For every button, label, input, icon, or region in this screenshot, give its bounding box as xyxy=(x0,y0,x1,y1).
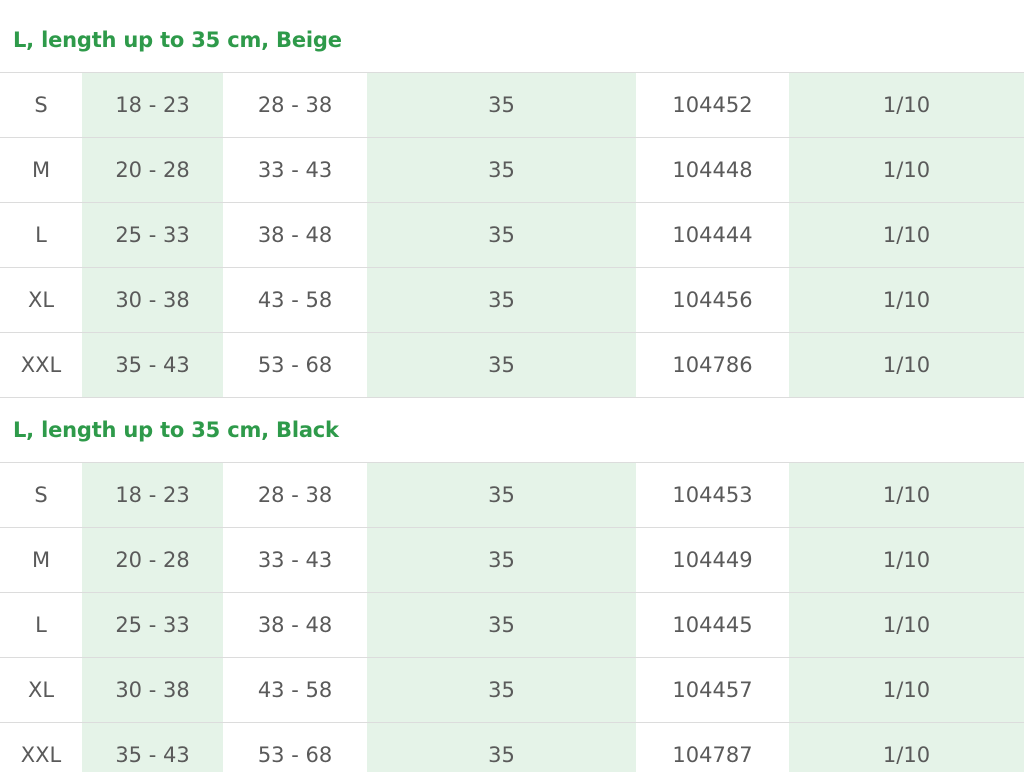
table-row: XL 30 - 38 43 - 58 35 104456 1/10 xyxy=(0,267,1024,333)
table-row: M 20 - 28 33 - 43 35 104449 1/10 xyxy=(0,527,1024,593)
size-chart-page: L, length up to 35 cm, Beige S 18 - 23 2… xyxy=(0,0,1024,772)
size-cell: XL xyxy=(0,267,82,333)
article-number-cell: 104444 xyxy=(636,202,789,268)
length-cell: 35 xyxy=(367,72,636,138)
length-cell: 35 xyxy=(367,137,636,203)
range-cell: 25 - 33 xyxy=(82,592,223,658)
pack-cell: 1/10 xyxy=(789,722,1024,772)
range-cell: 18 - 23 xyxy=(82,72,223,138)
table-row: L 25 - 33 38 - 48 35 104444 1/10 xyxy=(0,202,1024,268)
length-cell: 35 xyxy=(367,592,636,658)
article-number-cell: 104453 xyxy=(636,462,789,528)
pack-cell: 1/10 xyxy=(789,72,1024,138)
product-group-beige: L, length up to 35 cm, Beige S 18 - 23 2… xyxy=(0,0,1024,398)
group-title: L, length up to 35 cm, Black xyxy=(13,418,339,442)
length-cell: 35 xyxy=(367,462,636,528)
article-number-cell: 104787 xyxy=(636,722,789,772)
size-cell: M xyxy=(0,137,82,203)
pack-cell: 1/10 xyxy=(789,592,1024,658)
article-number-cell: 104445 xyxy=(636,592,789,658)
range-cell: 53 - 68 xyxy=(223,722,367,772)
range-cell: 28 - 38 xyxy=(223,72,367,138)
range-cell: 33 - 43 xyxy=(223,137,367,203)
article-number-cell: 104449 xyxy=(636,527,789,593)
size-table: S 18 - 23 28 - 38 35 104453 1/10 M 20 - … xyxy=(0,462,1024,772)
length-cell: 35 xyxy=(367,527,636,593)
length-cell: 35 xyxy=(367,332,636,398)
size-cell: S xyxy=(0,462,82,528)
pack-cell: 1/10 xyxy=(789,332,1024,398)
size-cell: M xyxy=(0,527,82,593)
range-cell: 38 - 48 xyxy=(223,592,367,658)
size-cell: XL xyxy=(0,657,82,723)
range-cell: 18 - 23 xyxy=(82,462,223,528)
size-cell: S xyxy=(0,72,82,138)
pack-cell: 1/10 xyxy=(789,137,1024,203)
article-number-cell: 104456 xyxy=(636,267,789,333)
range-cell: 53 - 68 xyxy=(223,332,367,398)
size-cell: XXL xyxy=(0,722,82,772)
pack-cell: 1/10 xyxy=(789,462,1024,528)
pack-cell: 1/10 xyxy=(789,527,1024,593)
table-row: L 25 - 33 38 - 48 35 104445 1/10 xyxy=(0,592,1024,658)
range-cell: 20 - 28 xyxy=(82,527,223,593)
pack-cell: 1/10 xyxy=(789,657,1024,723)
table-row: XXL 35 - 43 53 - 68 35 104787 1/10 xyxy=(0,722,1024,772)
range-cell: 43 - 58 xyxy=(223,267,367,333)
pack-cell: 1/10 xyxy=(789,267,1024,333)
size-cell: L xyxy=(0,202,82,268)
size-cell: XXL xyxy=(0,332,82,398)
table-row: S 18 - 23 28 - 38 35 104452 1/10 xyxy=(0,72,1024,138)
size-cell: L xyxy=(0,592,82,658)
article-number-cell: 104452 xyxy=(636,72,789,138)
range-cell: 20 - 28 xyxy=(82,137,223,203)
length-cell: 35 xyxy=(367,657,636,723)
size-table: S 18 - 23 28 - 38 35 104452 1/10 M 20 - … xyxy=(0,72,1024,398)
table-row: S 18 - 23 28 - 38 35 104453 1/10 xyxy=(0,462,1024,528)
range-cell: 28 - 38 xyxy=(223,462,367,528)
range-cell: 30 - 38 xyxy=(82,657,223,723)
range-cell: 35 - 43 xyxy=(82,332,223,398)
table-row: XL 30 - 38 43 - 58 35 104457 1/10 xyxy=(0,657,1024,723)
table-row: XXL 35 - 43 53 - 68 35 104786 1/10 xyxy=(0,332,1024,398)
length-cell: 35 xyxy=(367,202,636,268)
article-number-cell: 104786 xyxy=(636,332,789,398)
range-cell: 35 - 43 xyxy=(82,722,223,772)
length-cell: 35 xyxy=(367,267,636,333)
pack-cell: 1/10 xyxy=(789,202,1024,268)
range-cell: 30 - 38 xyxy=(82,267,223,333)
product-group-black: L, length up to 35 cm, Black S 18 - 23 2… xyxy=(0,398,1024,772)
group-title: L, length up to 35 cm, Beige xyxy=(13,28,342,52)
article-number-cell: 104448 xyxy=(636,137,789,203)
range-cell: 33 - 43 xyxy=(223,527,367,593)
table-row: M 20 - 28 33 - 43 35 104448 1/10 xyxy=(0,137,1024,203)
length-cell: 35 xyxy=(367,722,636,772)
range-cell: 25 - 33 xyxy=(82,202,223,268)
article-number-cell: 104457 xyxy=(636,657,789,723)
range-cell: 38 - 48 xyxy=(223,202,367,268)
range-cell: 43 - 58 xyxy=(223,657,367,723)
